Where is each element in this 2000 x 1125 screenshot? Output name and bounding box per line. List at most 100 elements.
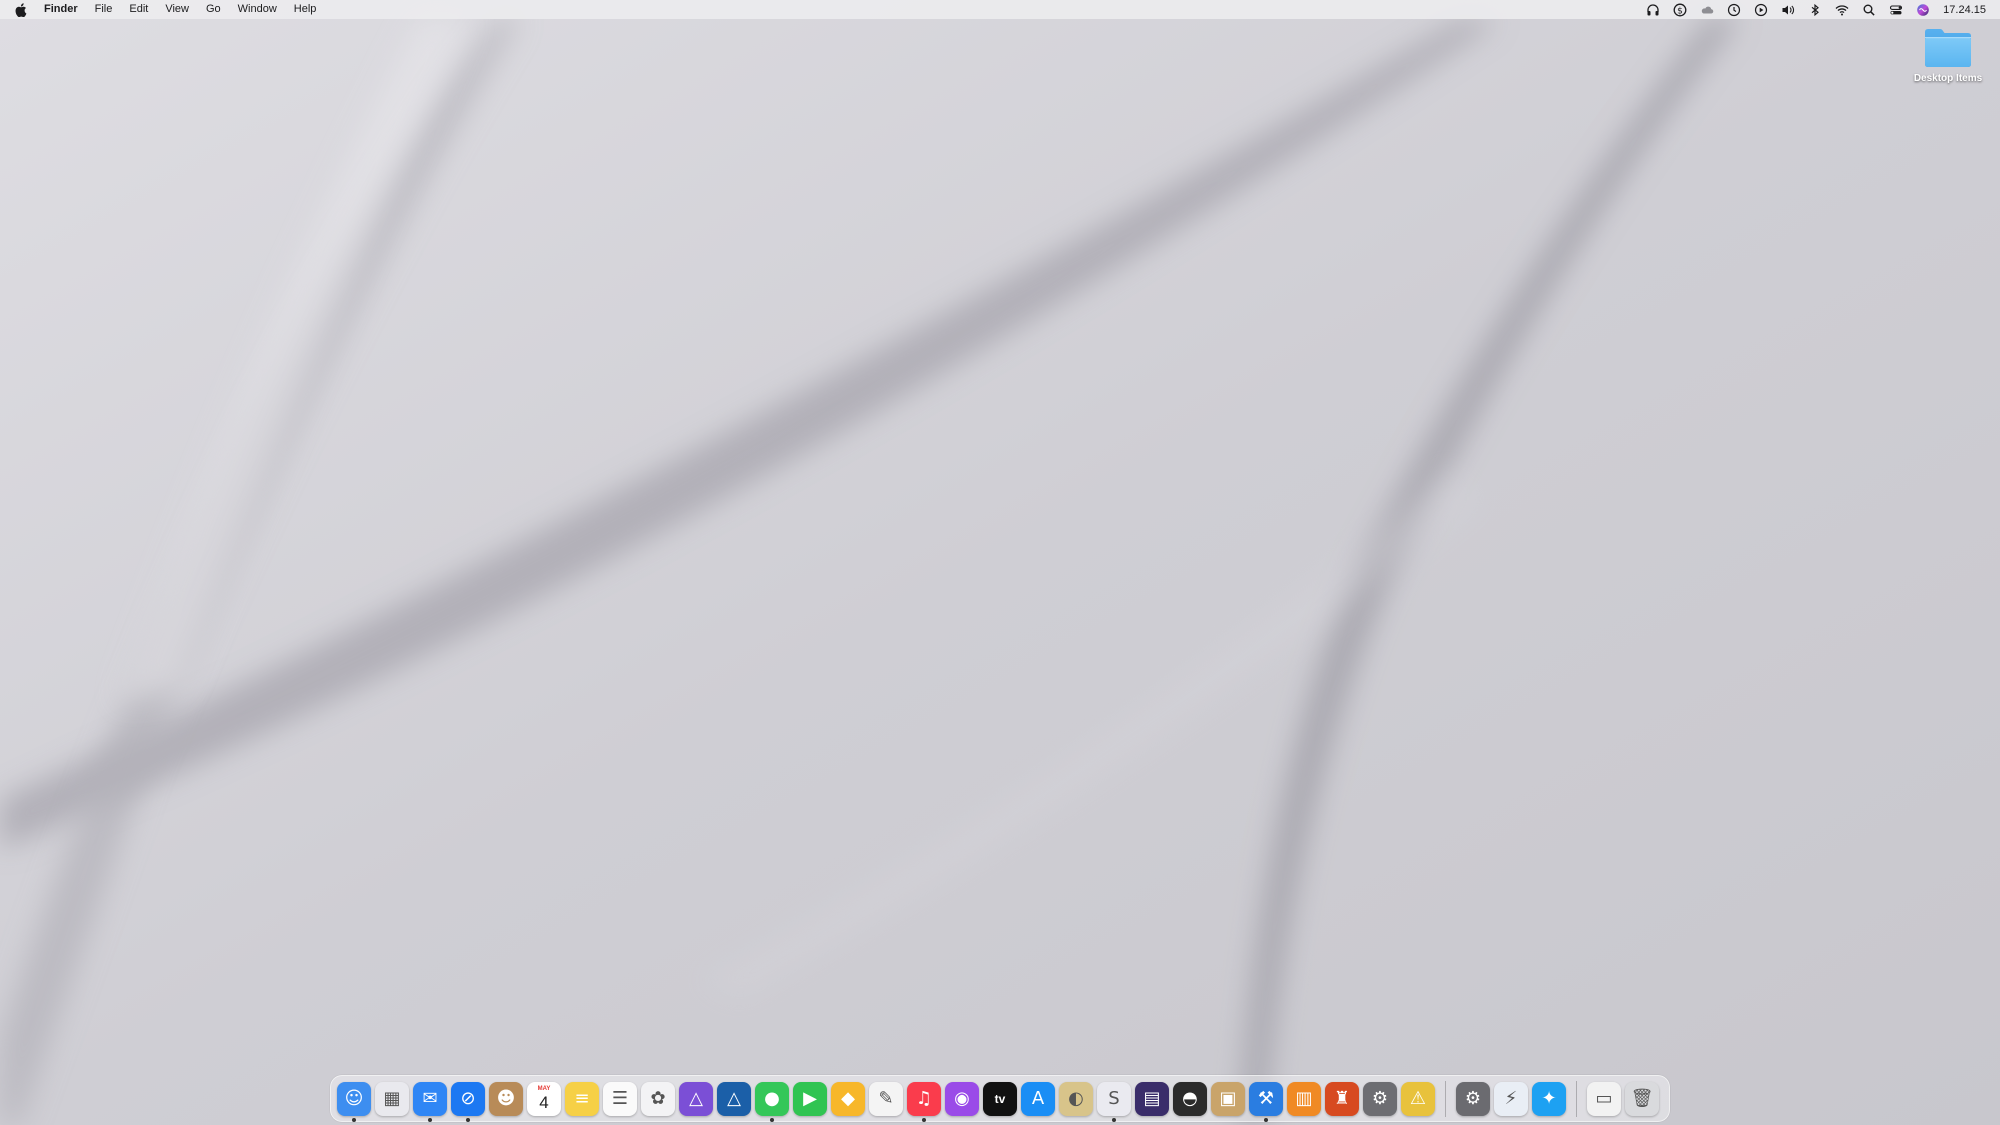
menu-file[interactable]: File — [95, 0, 113, 19]
dock-app-messages[interactable]: ● — [753, 1080, 791, 1122]
system-preferences-icon: ⚙ — [1363, 1081, 1397, 1116]
calendar-icon: MAY 4 — [527, 1081, 561, 1116]
dock-app-spark[interactable]: ⚡ — [1492, 1080, 1530, 1118]
dock-app-affinity-designer[interactable]: △ — [715, 1080, 753, 1118]
mail-icon: ✉ — [413, 1081, 447, 1116]
music-icon: ♫ — [907, 1081, 941, 1116]
apple-logo-icon[interactable] — [14, 2, 28, 17]
affinity-photo-icon: △ — [679, 1081, 713, 1116]
archive-utility-icon: ▣ — [1211, 1081, 1245, 1116]
twitter-icon: ✦ — [1532, 1081, 1566, 1116]
dock-app-music[interactable]: ♫ — [905, 1080, 943, 1122]
desktop-folder-item[interactable]: Desktop Items — [1906, 26, 1990, 84]
bluetooth-icon[interactable] — [1807, 2, 1823, 18]
notes-icon: ≡ — [565, 1081, 599, 1116]
control-center-icon[interactable] — [1888, 2, 1904, 18]
dollar-circle-icon[interactable]: $ — [1672, 2, 1688, 18]
facetime-icon: ▶ — [793, 1081, 827, 1116]
dock-app-finder[interactable]: ☺ — [335, 1080, 373, 1122]
dock-app-contacts[interactable]: ☻ — [487, 1080, 525, 1118]
launchpad-icon: ▦ — [375, 1081, 409, 1116]
cloud-icon[interactable] — [1699, 2, 1715, 18]
play-circle-icon[interactable] — [1753, 2, 1769, 18]
search-icon[interactable] — [1861, 2, 1877, 18]
menu-bar-clock[interactable]: 17.24.15 — [1943, 4, 1986, 16]
calendar-month-label: MAY — [537, 1085, 551, 1092]
menu-bar-left: Finder File Edit View Go Window Help — [0, 0, 333, 19]
dock-app-trophy-app[interactable]: ♜ — [1323, 1080, 1361, 1118]
podcasts-icon: ◉ — [945, 1081, 979, 1116]
dock-app-calendar[interactable]: MAY 4 — [525, 1080, 563, 1118]
books-icon: ▥ — [1287, 1081, 1321, 1116]
dock-app-photos[interactable]: ✿ — [639, 1080, 677, 1118]
reminders-icon: ☰ — [603, 1081, 637, 1116]
dock-app-cyberduck[interactable]: ◐ — [1057, 1080, 1095, 1118]
headphones-icon[interactable] — [1645, 2, 1661, 18]
time-machine-icon[interactable] — [1726, 2, 1742, 18]
dock-app-scrivener[interactable]: S — [1095, 1080, 1133, 1122]
dock-app-mail[interactable]: ✉ — [411, 1080, 449, 1122]
claquette-icon: ▤ — [1135, 1081, 1169, 1116]
finder-icon: ☺ — [337, 1081, 371, 1116]
dock-app-books[interactable]: ▥ — [1285, 1080, 1323, 1118]
photos-icon: ✿ — [641, 1081, 675, 1116]
folder-icon — [1923, 26, 1973, 68]
dock-app-ftp-app[interactable]: ⚠ — [1399, 1080, 1437, 1118]
running-indicator — [428, 1117, 432, 1122]
dock-app-apple-tv[interactable]: tv — [981, 1080, 1019, 1118]
ftp-app-icon: ⚠ — [1401, 1081, 1435, 1116]
dock-app-downloads-stack[interactable]: ▭ — [1585, 1080, 1623, 1118]
scrivener-icon: S — [1097, 1081, 1131, 1116]
downloads-stack-icon: ▭ — [1587, 1081, 1621, 1116]
running-indicator — [1112, 1117, 1116, 1122]
dock-separator — [1576, 1080, 1577, 1117]
dock-app-app-store[interactable]: A — [1019, 1080, 1057, 1118]
desktop-item-label: Desktop Items — [1913, 73, 1983, 84]
network-radar-icon: ⚙ — [1456, 1081, 1490, 1116]
dock: ☺ ▦ ✉ ⊘ ☻ MAY 4 ≡ ☰ ✿ △ △ ● ▶ ◆ ✎ ♫ ◉ tv A ◐ S ▤ ◓ ▣ ⚒ ▥ ♜ ⚙ ⚠ ⚙ ⚡ ✦ ▭ 🗑 — [330, 1075, 1670, 1122]
dock-app-claquette[interactable]: ▤ — [1133, 1080, 1171, 1118]
dock-app-podcasts[interactable]: ◉ — [943, 1080, 981, 1118]
dock-app-alfred[interactable]: ◓ — [1171, 1080, 1209, 1118]
alfred-icon: ◓ — [1173, 1081, 1207, 1116]
affinity-designer-icon: △ — [717, 1081, 751, 1116]
running-indicator — [1264, 1117, 1268, 1122]
dock-app-launchpad[interactable]: ▦ — [373, 1080, 411, 1118]
dock-app-safari[interactable]: ⊘ — [449, 1080, 487, 1122]
dock-app-facetime[interactable]: ▶ — [791, 1080, 829, 1118]
contacts-icon: ☻ — [489, 1081, 523, 1116]
dock-app-system-preferences[interactable]: ⚙ — [1361, 1080, 1399, 1118]
menu-go[interactable]: Go — [206, 0, 221, 19]
apple-tv-glyph: tv — [994, 1091, 1006, 1106]
dock-app-reminders[interactable]: ☰ — [601, 1080, 639, 1118]
spark-icon: ⚡ — [1494, 1081, 1528, 1116]
menu-view[interactable]: View — [165, 0, 189, 19]
menu-window[interactable]: Window — [238, 0, 277, 19]
dock-app-xcode[interactable]: ⚒ — [1247, 1080, 1285, 1122]
dock-app-affinity-photo[interactable]: △ — [677, 1080, 715, 1118]
dock-app-trash[interactable]: 🗑 — [1623, 1080, 1661, 1118]
volume-icon[interactable] — [1780, 2, 1796, 18]
dock-app-network-radar[interactable]: ⚙ — [1454, 1080, 1492, 1118]
wifi-icon[interactable] — [1834, 2, 1850, 18]
apple-tv-icon: tv — [983, 1081, 1017, 1116]
safari-icon: ⊘ — [451, 1081, 485, 1116]
dock-app-twitter[interactable]: ✦ — [1530, 1080, 1568, 1118]
menu-help[interactable]: Help — [294, 0, 317, 19]
calendar-day-label: 4 — [539, 1092, 549, 1112]
menu-edit[interactable]: Edit — [129, 0, 148, 19]
dock-app-notes[interactable]: ≡ — [563, 1080, 601, 1118]
dock-app-archive-utility[interactable]: ▣ — [1209, 1080, 1247, 1118]
messages-icon: ● — [755, 1081, 789, 1116]
dock-separator — [1445, 1080, 1446, 1117]
svg-text:$: $ — [1677, 6, 1683, 16]
cyberduck-icon: ◐ — [1059, 1081, 1093, 1116]
running-indicator — [466, 1117, 470, 1122]
menu-finder[interactable]: Finder — [44, 0, 78, 19]
pixelmator-icon: ✎ — [869, 1081, 903, 1116]
dock-app-sketch[interactable]: ◆ — [829, 1080, 867, 1118]
siri-icon[interactable] — [1915, 2, 1931, 18]
running-indicator — [922, 1117, 926, 1122]
dock-app-pixelmator[interactable]: ✎ — [867, 1080, 905, 1118]
running-indicator — [352, 1117, 356, 1122]
